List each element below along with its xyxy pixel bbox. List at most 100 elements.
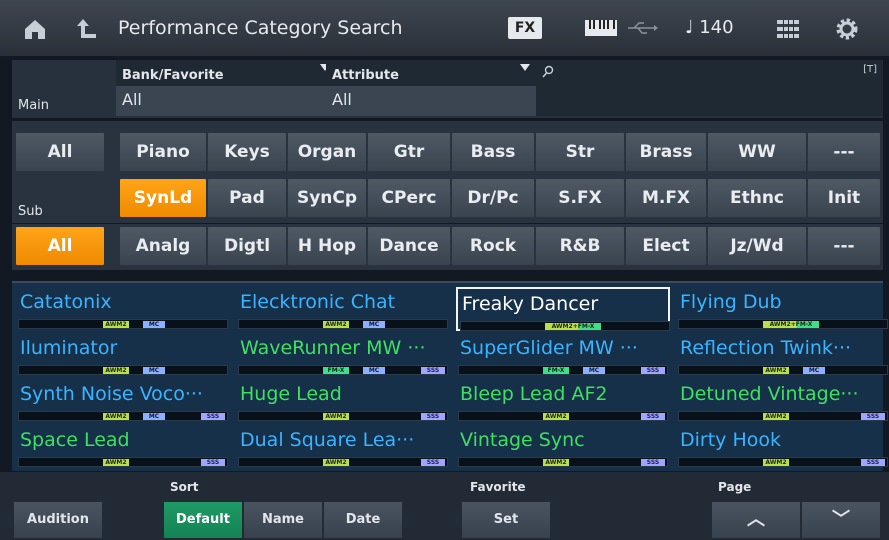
favorite-set-button[interactable]: Set: [462, 502, 550, 538]
sss-tag: SSS: [201, 459, 225, 466]
main-gtr-button[interactable]: Gtr: [368, 133, 450, 171]
sort-date-button[interactable]: Date: [324, 502, 402, 538]
main-s-fx-button[interactable]: S.FX: [536, 179, 624, 217]
result-type-bar: AWM2 SSS: [458, 457, 668, 467]
search-icon: [542, 64, 554, 83]
sub-all-button[interactable]: All: [16, 227, 104, 265]
result-item[interactable]: Dirty Hook AWM2 SSS: [676, 425, 889, 469]
result-type-bar: AWM2 MC: [678, 365, 888, 375]
sub-elect-button[interactable]: Elect: [626, 227, 706, 265]
sub-analg-button[interactable]: Analg: [120, 227, 206, 265]
attribute-value[interactable]: All: [326, 86, 536, 116]
sort-default-button[interactable]: Default: [164, 502, 242, 538]
result-item[interactable]: Catatonix AWM2 MC: [16, 287, 230, 331]
result-type-bar: FM-X MC SSS: [458, 365, 668, 375]
result-item[interactable]: Iluminator AWM2 MC: [16, 333, 230, 377]
main-brass-button[interactable]: Brass: [626, 133, 706, 171]
sub-digtl-button[interactable]: Digtl: [208, 227, 286, 265]
fx-badge[interactable]: FX: [508, 17, 542, 39]
sort-name-button[interactable]: Name: [244, 502, 322, 538]
result-type-bar: AWM2 MC: [18, 365, 228, 375]
main-bass-button[interactable]: Bass: [452, 133, 534, 171]
sss-tag: SSS: [201, 413, 225, 420]
sub-label: Sub: [18, 204, 43, 219]
page-up-button[interactable]: ︿: [712, 502, 800, 538]
sub-empty-button[interactable]: ---: [808, 227, 880, 265]
sub-h-hop-button[interactable]: H Hop: [288, 227, 366, 265]
settings-icon[interactable]: [834, 16, 860, 42]
sub-r-b-button[interactable]: R&B: [536, 227, 624, 265]
favorite-label: Favorite: [470, 480, 526, 494]
main-cperc-button[interactable]: CPerc: [368, 179, 450, 217]
awm2-tag: AWM2: [763, 413, 789, 420]
main-pad-button[interactable]: Pad: [208, 179, 286, 217]
result-type-bar: AWM2 SSS: [678, 411, 888, 421]
main-piano-button[interactable]: Piano: [120, 133, 206, 171]
main-init-button[interactable]: Init: [808, 179, 880, 217]
usb-icon: [626, 20, 658, 36]
sss-tag: SSS: [641, 459, 665, 466]
main-ethnc-button[interactable]: Ethnc: [708, 179, 806, 217]
result-item[interactable]: Dual Square Lea··· AWM2 SSS: [236, 425, 450, 469]
result-item[interactable]: Space Lead AWM2 SSS: [16, 425, 230, 469]
sss-tag: SSS: [421, 413, 445, 420]
back-icon[interactable]: [74, 16, 100, 42]
search-input[interactable]: [T]: [536, 60, 883, 116]
main-empty-button[interactable]: ---: [808, 133, 880, 171]
sub-rock-button[interactable]: Rock: [452, 227, 534, 265]
bank-favorite-header[interactable]: Bank/Favorite: [116, 60, 332, 86]
result-type-bar: AWM2+FM-X: [460, 321, 670, 331]
tempo-display[interactable]: ♩ 140: [685, 17, 734, 38]
result-item[interactable]: Bleep Lead AF2 AWM2 SSS: [456, 379, 670, 423]
result-item[interactable]: Detuned Vintage··· AWM2 SSS: [676, 379, 889, 423]
awm2-fm-x-tag: AWM2+FM-X: [763, 321, 819, 328]
sub-jz-wd-button[interactable]: Jz/Wd: [708, 227, 806, 265]
result-item[interactable]: Flying Dub AWM2+FM-X: [676, 287, 889, 331]
result-type-bar: AWM2 SSS: [238, 457, 448, 467]
sss-tag: SSS: [861, 459, 885, 466]
result-item[interactable]: SuperGlider MW ··· FM-X MC SSS: [456, 333, 670, 377]
main-str-button[interactable]: Str: [536, 133, 624, 171]
result-type-bar: FM-X MC SSS: [238, 365, 448, 375]
bank-favorite-label: Bank/Favorite: [122, 68, 224, 83]
main-synld-button[interactable]: SynLd: [120, 179, 206, 217]
page-down-button[interactable]: ﹀: [802, 502, 880, 538]
awm2-tag: AWM2: [763, 367, 789, 374]
result-name: Iluminator: [20, 337, 118, 359]
home-icon[interactable]: [22, 16, 48, 42]
awm2-tag: AWM2: [323, 459, 349, 466]
quick-access-icon[interactable]: [776, 18, 800, 40]
awm2-tag: AWM2: [543, 413, 569, 420]
result-name: Huge Lead: [240, 383, 342, 405]
result-item[interactable]: Elecktronic Chat AWM2 MC: [236, 287, 450, 331]
result-name: Dirty Hook: [680, 429, 781, 451]
main-dr-pc-button[interactable]: Dr/Pc: [452, 179, 534, 217]
main-m-fx-button[interactable]: M.FX: [626, 179, 706, 217]
bank-favorite-value[interactable]: All: [116, 86, 332, 116]
main-keys-button[interactable]: Keys: [208, 133, 286, 171]
main-syncp-button[interactable]: SynCp: [288, 179, 366, 217]
result-item[interactable]: Reflection Twink··· AWM2 MC: [676, 333, 889, 377]
result-item[interactable]: Synth Noise Voco··· AWM2 MC SSS: [16, 379, 230, 423]
main-all-button[interactable]: All: [16, 133, 104, 171]
attribute-header[interactable]: Attribute: [326, 60, 536, 86]
fm-x-tag: FM-X: [543, 367, 569, 374]
result-name: SuperGlider MW ···: [460, 337, 638, 359]
result-item[interactable]: Vintage Sync AWM2 SSS: [456, 425, 670, 469]
main-ww-button[interactable]: WW: [708, 133, 806, 171]
mc-tag: MC: [143, 413, 165, 420]
result-type-bar: AWM2 SSS: [238, 411, 448, 421]
audition-button[interactable]: Audition: [14, 502, 102, 538]
result-item[interactable]: WaveRunner MW ··· FM-X MC SSS: [236, 333, 450, 377]
result-item[interactable]: Huge Lead AWM2 SSS: [236, 379, 450, 423]
sub-dance-button[interactable]: Dance: [368, 227, 450, 265]
result-item[interactable]: Freaky Dancer AWM2+FM-X: [456, 287, 670, 331]
attribute-label: Attribute: [332, 68, 399, 83]
text-mode-badge: [T]: [863, 64, 877, 75]
sss-tag: SSS: [861, 413, 885, 420]
awm2-fm-x-tag: AWM2+FM-X: [545, 323, 601, 330]
result-name: Synth Noise Voco···: [20, 383, 203, 405]
awm2-tag: AWM2: [323, 321, 349, 328]
awm2-tag: AWM2: [103, 459, 129, 466]
main-organ-button[interactable]: Organ: [288, 133, 366, 171]
